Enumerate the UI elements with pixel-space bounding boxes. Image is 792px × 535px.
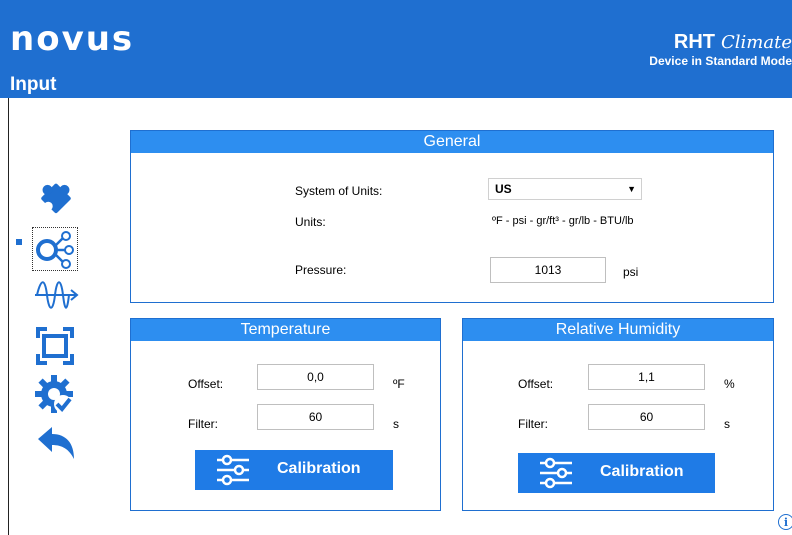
- pressure-unit: psi: [623, 265, 639, 279]
- puzzle-icon[interactable]: [36, 177, 76, 217]
- units-value: ºF - psi - gr/ft³ - gr/lb - BTU/lb: [492, 215, 634, 227]
- temperature-calibration-label: Calibration: [277, 460, 361, 477]
- humidity-filter-unit: s: [724, 417, 730, 431]
- humidity-panel-title: Relative Humidity: [463, 319, 773, 341]
- nav-selected-marker: [16, 239, 22, 245]
- page-title: Input: [10, 74, 57, 95]
- system-of-units-label: System of Units:: [295, 184, 383, 198]
- humidity-filter-input[interactable]: [588, 404, 705, 430]
- pressure-input[interactable]: [490, 257, 606, 283]
- back-arrow-icon[interactable]: [36, 425, 76, 461]
- general-panel: General: [130, 130, 774, 303]
- device-mode-status: Device in Standard Mode: [649, 54, 792, 68]
- signal-wave-icon[interactable]: [33, 278, 79, 312]
- temperature-offset-label: Offset:: [188, 377, 224, 391]
- humidity-offset-unit: %: [724, 377, 735, 391]
- humidity-offset-input[interactable]: [588, 364, 705, 390]
- window-left-border: [8, 98, 9, 535]
- product-name: RHT Climate: [674, 32, 792, 52]
- pressure-label: Pressure:: [295, 263, 347, 277]
- inputs-node-icon[interactable]: [34, 229, 76, 269]
- system-of-units-value: US: [495, 182, 512, 196]
- novus-logo: novus: [10, 19, 135, 59]
- info-icon[interactable]: i: [778, 514, 792, 530]
- humidity-calibration-label: Calibration: [600, 463, 684, 480]
- gear-check-icon[interactable]: [34, 374, 76, 416]
- humidity-calibration-button[interactable]: Calibration: [518, 453, 715, 493]
- product-name-rht: RHT: [673, 31, 716, 53]
- humidity-offset-label: Offset:: [518, 377, 554, 391]
- system-of-units-select[interactable]: US ▼: [488, 178, 642, 200]
- display-frame-icon[interactable]: [35, 326, 75, 366]
- temperature-filter-label: Filter:: [188, 417, 218, 431]
- sliders-icon: [540, 457, 572, 489]
- humidity-filter-label: Filter:: [518, 417, 548, 431]
- general-panel-title: General: [131, 131, 773, 153]
- sliders-icon: [217, 454, 249, 486]
- chevron-down-icon: ▼: [627, 184, 636, 194]
- temperature-calibration-button[interactable]: Calibration: [195, 450, 393, 490]
- product-name-suffix: Climate: [721, 32, 792, 53]
- temperature-offset-input[interactable]: [257, 364, 374, 390]
- temperature-panel-title: Temperature: [131, 319, 440, 341]
- temperature-offset-unit: ºF: [393, 377, 405, 391]
- temperature-filter-input[interactable]: [257, 404, 374, 430]
- temperature-filter-unit: s: [393, 417, 399, 431]
- app-header: novus Input RHT Climate Device in Standar…: [0, 0, 792, 98]
- units-label: Units:: [295, 215, 326, 229]
